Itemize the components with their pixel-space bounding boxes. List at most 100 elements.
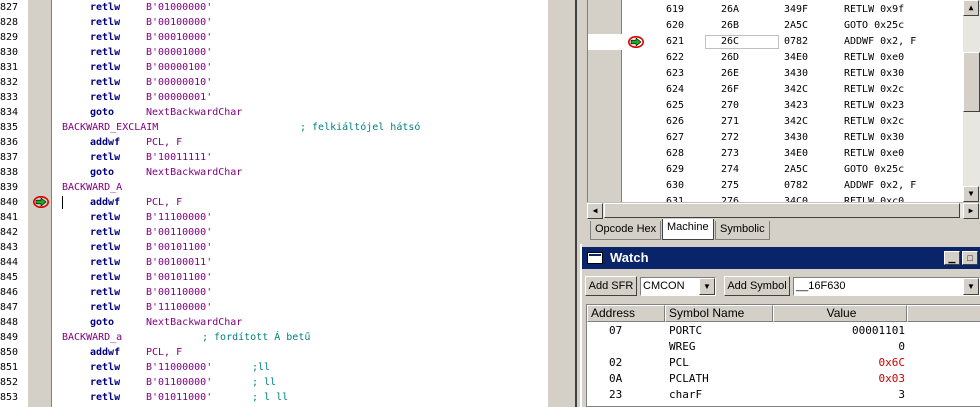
pm-opcode-hex: 342C [784, 84, 809, 95]
code-operand: B'00000100' [146, 62, 213, 73]
code-operand: B'00110000' [146, 227, 213, 238]
pm-address: 26C [721, 36, 740, 47]
program-memory-row[interactable]: 622 26D 34E0 RETLW 0xe0 [588, 50, 963, 66]
scroll-thumb[interactable] [604, 203, 960, 218]
add-symbol-button[interactable]: Add Symbol [724, 276, 790, 296]
program-memory-row[interactable]: 623 26E 3430 RETLW 0x30 [588, 66, 963, 82]
pm-line-number: 619 [666, 4, 685, 15]
line-number: 830 [0, 47, 19, 58]
program-memory-row[interactable]: 620 26B 2A5C GOTO 0x25c [588, 18, 963, 34]
program-memory-row[interactable]: 629 274 2A5C GOTO 0x25c [588, 162, 963, 178]
pm-disassembly: GOTO 0x25c [844, 20, 905, 31]
chevron-down-icon[interactable]: ▼ [963, 278, 979, 295]
source-editor[interactable]: 827 retlw B'01000000' 828 retlw B'00100000' 82… [0, 0, 548, 407]
program-memory-row[interactable]: 619 26A 349F RETLW 0x9f [588, 2, 963, 18]
code-operand: PCL, F [146, 347, 183, 358]
pm-line-number: 627 [666, 132, 685, 143]
scroll-down-icon[interactable]: ▼ [963, 186, 979, 202]
chevron-down-icon[interactable]: ▼ [699, 278, 715, 295]
watch-row[interactable]: 23 charF 3 [587, 387, 980, 403]
watch-window: Watch ▁ □ Add SFR CMCON ▼ Add Symbol __1… [580, 244, 980, 407]
pm-opcode-hex: 0782 [784, 36, 809, 47]
watch-row[interactable]: 07 PORTC 00001101 [587, 323, 980, 339]
pm-opcode-hex: 2A5C [784, 20, 809, 31]
source-line: 852 retlw B'01100000' ; ll [0, 375, 548, 390]
pm-opcode-hex: 342C [784, 116, 809, 127]
pm-address: 276 [721, 196, 740, 202]
scroll-thumb[interactable] [963, 52, 980, 112]
add-sfr-button[interactable]: Add SFR [585, 276, 637, 296]
pm-opcode-hex: 0782 [784, 180, 809, 191]
program-memory-row[interactable]: 627 272 3430 RETLW 0x30 [588, 130, 963, 146]
source-line: 837 retlw B'10011111' [0, 150, 548, 165]
source-line: 828 retlw B'00100000' [0, 15, 548, 30]
source-line: 834 goto NextBackwardChar [0, 105, 548, 120]
execution-pointer-icon [628, 36, 644, 48]
program-memory-horizontal-scrollbar[interactable]: ◀ ▶ [587, 202, 980, 219]
pm-address: 26E [721, 68, 740, 79]
watch-symbol-name: PCL [669, 356, 689, 369]
program-memory-vertical-scrollbar[interactable]: ▲ ▼ [963, 0, 980, 202]
column-header-symbol-name[interactable]: Symbol Name [665, 305, 773, 322]
pm-disassembly: RETLW 0x23 [844, 100, 905, 111]
code-comment: ; l ll [252, 392, 289, 403]
code-label: BACKWARD_a [62, 332, 123, 343]
pm-disassembly: RETLW 0xc0 [844, 196, 905, 202]
code-operand: B'00101100' [146, 242, 213, 253]
pm-address: 26D [721, 52, 740, 63]
code-operand: PCL, F [146, 197, 183, 208]
code-operand: PCL, F [146, 137, 183, 148]
source-line: 851 retlw B'11000000' ;ll [0, 360, 548, 375]
line-number: 829 [0, 32, 19, 43]
watch-row[interactable]: 02 PCL 0x6C [587, 355, 980, 371]
program-memory-view[interactable]: 619 26A 349F RETLW 0x9f 620 26B 2A5C GOTO 0x25c… [587, 0, 963, 202]
maximize-icon[interactable]: □ [962, 251, 978, 265]
code-mnemonic: retlw [90, 377, 121, 388]
column-header-value[interactable]: Value [773, 305, 907, 322]
scroll-up-icon[interactable]: ▲ [963, 0, 979, 16]
source-line: 840 addwf PCL, F [0, 195, 548, 210]
sfr-select[interactable]: CMCON ▼ [640, 277, 716, 296]
pm-opcode-hex: 3423 [784, 100, 809, 111]
program-memory-row[interactable]: 625 270 3423 RETLW 0x23 [588, 98, 963, 114]
source-line: 843 retlw B'00101100' [0, 240, 548, 255]
code-operand: B'01100000' [146, 377, 213, 388]
program-memory-row[interactable]: 630 275 0782 ADDWF 0x2, F [588, 178, 963, 194]
code-mnemonic: retlw [90, 362, 121, 373]
pm-address: 26B [721, 20, 740, 31]
watch-row[interactable]: WREG 0 [587, 339, 980, 355]
tab-symbolic[interactable]: Symbolic [715, 221, 770, 240]
line-number: 842 [0, 227, 19, 238]
pane-splitter[interactable] [548, 0, 578, 407]
code-operand: B'01011000' [146, 392, 213, 403]
program-memory-row[interactable]: 628 273 34E0 RETLW 0xe0 [588, 146, 963, 162]
pm-address: 273 [721, 148, 740, 159]
code-mnemonic: retlw [90, 77, 121, 88]
minimize-icon[interactable]: ▁ [944, 251, 960, 265]
program-memory-row[interactable]: 631 276 34C0 RETLW 0xc0 [588, 194, 963, 202]
code-mnemonic: goto [90, 317, 115, 328]
code-mnemonic: retlw [90, 257, 121, 268]
line-number: 832 [0, 77, 19, 88]
pm-address: 271 [721, 116, 740, 127]
column-header-address[interactable]: Address [587, 305, 665, 322]
program-memory-row[interactable]: 621 26C 0782 ADDWF 0x2, F [588, 34, 963, 50]
line-number: 838 [0, 167, 19, 178]
tab-opcode-hex[interactable]: Opcode Hex [590, 221, 662, 240]
code-comment: ; fordított Á betű [202, 332, 311, 343]
pm-disassembly: RETLW 0x30 [844, 68, 905, 79]
symbol-select[interactable]: __16F630 ▼ [793, 277, 980, 296]
tab-machine[interactable]: Machine [662, 219, 714, 240]
pm-address: 26F [721, 84, 740, 95]
code-mnemonic: addwf [90, 137, 121, 148]
code-operand: B'00010000' [146, 32, 213, 43]
watch-title: Watch [610, 250, 649, 265]
scroll-left-icon[interactable]: ◀ [587, 203, 603, 219]
watch-row[interactable]: 0A PCLATH 0x03 [587, 371, 980, 387]
line-number: 841 [0, 212, 19, 223]
program-memory-row[interactable]: 624 26F 342C RETLW 0x2c [588, 82, 963, 98]
watch-title-bar[interactable]: Watch ▁ □ [582, 247, 980, 269]
pm-line-number: 631 [666, 196, 685, 202]
scroll-right-icon[interactable]: ▶ [963, 203, 979, 219]
program-memory-row[interactable]: 626 271 342C RETLW 0x2c [588, 114, 963, 130]
